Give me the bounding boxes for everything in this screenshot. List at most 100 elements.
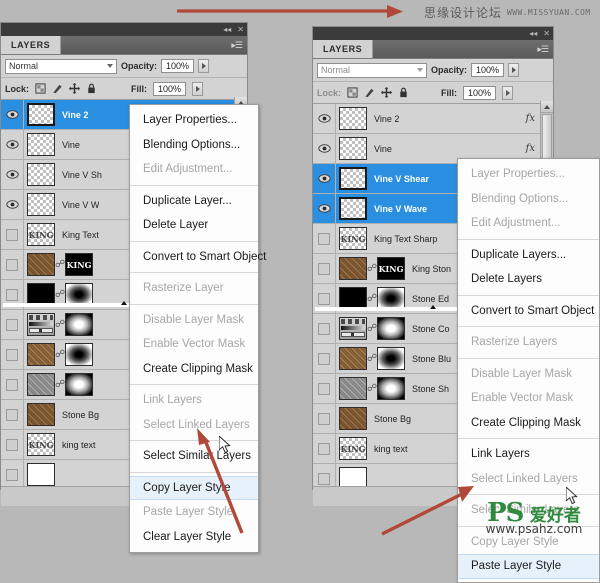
layer-visibility-cell[interactable] <box>1 370 24 399</box>
menu-item[interactable]: Duplicate Layers... <box>458 243 599 268</box>
layer-mask-thumbnail[interactable]: KING <box>377 257 405 280</box>
mask-link-icon[interactable]: ☍ <box>367 263 377 274</box>
eye-icon-off[interactable] <box>6 408 18 421</box>
layer-thumbnail[interactable] <box>339 407 367 430</box>
menu-item[interactable]: Enable Vector Mask <box>130 332 258 357</box>
panel-menu-icon[interactable]: ▸☰ <box>231 36 247 54</box>
layer-thumbnail[interactable]: KING <box>339 437 367 460</box>
menu-item[interactable]: Paste Layer Style <box>458 554 599 579</box>
layer-visibility-cell[interactable] <box>1 430 24 459</box>
layer-mask-thumbnail[interactable] <box>377 347 405 370</box>
close-icon[interactable]: ✕ <box>237 25 244 34</box>
layer-thumbnail[interactable] <box>339 107 367 130</box>
eye-icon-off[interactable] <box>6 228 18 241</box>
layer-mask-thumbnail[interactable]: KING <box>65 253 93 276</box>
layer-visibility-cell[interactable] <box>1 460 24 486</box>
layer-visibility-cell[interactable] <box>313 254 336 283</box>
layer-thumbnail[interactable] <box>27 313 55 336</box>
tab-layers[interactable]: LAYERS <box>313 40 374 58</box>
lock-image-icon[interactable] <box>364 87 375 98</box>
layer-mask-thumbnail[interactable] <box>65 373 93 396</box>
layer-mask-thumbnail[interactable] <box>377 377 405 400</box>
layer-thumbnail[interactable] <box>339 347 367 370</box>
layer-visibility-cell[interactable] <box>1 130 24 159</box>
layer-thumbnail[interactable] <box>339 137 367 160</box>
layer-visibility-cell[interactable] <box>313 404 336 433</box>
eye-icon-off[interactable] <box>6 258 18 271</box>
layer-mask-thumbnail[interactable] <box>65 313 93 336</box>
menu-item[interactable]: Disable Layer Mask <box>130 308 258 333</box>
layer-visibility-cell[interactable] <box>313 104 336 133</box>
menu-item[interactable]: Duplicate Layer... <box>130 189 258 214</box>
layer-thumbnail[interactable] <box>27 343 55 366</box>
lock-transparent-icon[interactable] <box>347 87 358 98</box>
eye-icon-off[interactable] <box>6 378 18 391</box>
menu-item[interactable]: Layer Properties... <box>130 108 258 133</box>
layer-visibility-cell[interactable] <box>1 100 24 129</box>
opacity-stepper[interactable] <box>198 59 210 73</box>
menu-item[interactable]: Link Layers <box>458 442 599 467</box>
layer-thumbnail[interactable] <box>339 467 367 486</box>
layer-visibility-cell[interactable] <box>313 224 336 253</box>
menu-item[interactable]: Enable Vector Mask <box>458 386 599 411</box>
menu-item[interactable]: Disable Layer Mask <box>458 362 599 387</box>
layer-visibility-cell[interactable] <box>1 250 24 279</box>
menu-item[interactable]: Convert to Smart Object <box>458 299 599 324</box>
menu-item[interactable]: Rasterize Layer <box>130 276 258 301</box>
mask-link-icon[interactable]: ☍ <box>55 349 65 360</box>
opacity-input[interactable]: 100% <box>161 59 195 73</box>
layer-thumbnail[interactable] <box>339 377 367 400</box>
eye-icon-off[interactable] <box>6 288 18 301</box>
eye-icon-off[interactable] <box>318 382 330 395</box>
eye-icon-off[interactable] <box>318 472 330 485</box>
menu-item[interactable]: Create Clipping Mask <box>458 411 599 436</box>
layer-thumbnail[interactable] <box>339 197 367 220</box>
eye-icon[interactable] <box>317 204 331 213</box>
mask-link-icon[interactable]: ☍ <box>55 379 65 390</box>
mask-link-icon[interactable]: ☍ <box>55 289 65 300</box>
menu-item[interactable]: Edit Adjustment... <box>458 211 599 236</box>
collapse-icon[interactable]: ◂◂ <box>529 29 537 38</box>
eye-icon[interactable] <box>317 144 331 153</box>
lock-all-icon[interactable] <box>398 87 409 98</box>
menu-item[interactable]: Blending Options... <box>130 133 258 158</box>
lock-position-icon[interactable] <box>69 83 81 94</box>
menu-item[interactable]: Layer Properties... <box>458 162 599 187</box>
mask-link-icon[interactable]: ☍ <box>367 383 377 394</box>
opacity-input[interactable]: 100% <box>471 63 505 77</box>
eye-icon-off[interactable] <box>318 352 330 365</box>
layer-visibility-cell[interactable] <box>1 160 24 189</box>
layer-thumbnail[interactable]: KING <box>27 433 55 456</box>
layer-visibility-cell[interactable] <box>1 400 24 429</box>
layer-visibility-cell[interactable] <box>313 164 336 193</box>
layer-thumbnail[interactable] <box>27 403 55 426</box>
fill-stepper[interactable] <box>192 81 204 96</box>
eye-icon-off[interactable] <box>318 322 330 335</box>
eye-icon-off[interactable] <box>318 262 330 275</box>
eye-icon[interactable] <box>5 200 19 209</box>
menu-item[interactable]: Create Clipping Mask <box>130 357 258 382</box>
layer-thumbnail[interactable]: KING <box>339 227 367 250</box>
mask-link-icon[interactable]: ☍ <box>367 323 377 334</box>
scroll-up-arrow-icon[interactable] <box>541 101 553 113</box>
layer-thumbnail[interactable] <box>27 253 55 276</box>
layer-visibility-cell[interactable] <box>1 220 24 249</box>
eye-icon-off[interactable] <box>6 468 18 481</box>
layer-visibility-cell[interactable] <box>313 194 336 223</box>
eye-icon[interactable] <box>5 170 19 179</box>
layer-thumbnail[interactable] <box>3 283 245 307</box>
layer-thumbnail[interactable] <box>27 463 55 486</box>
layer-visibility-cell[interactable] <box>313 314 336 343</box>
eye-icon-off[interactable] <box>318 442 330 455</box>
fill-stepper[interactable] <box>502 85 514 100</box>
lock-transparent-icon[interactable] <box>35 83 46 94</box>
menu-item[interactable]: Convert to Smart Object <box>130 245 266 270</box>
eye-icon-off[interactable] <box>318 412 330 425</box>
opacity-stepper[interactable] <box>508 63 520 77</box>
eye-icon[interactable] <box>317 114 331 123</box>
layer-thumbnail[interactable] <box>339 317 367 340</box>
eye-icon-off[interactable] <box>6 318 18 331</box>
layer-row[interactable]: Vine 2 fx <box>313 104 553 134</box>
layer-thumbnail[interactable] <box>315 287 551 311</box>
layer-thumbnail[interactable] <box>27 373 55 396</box>
